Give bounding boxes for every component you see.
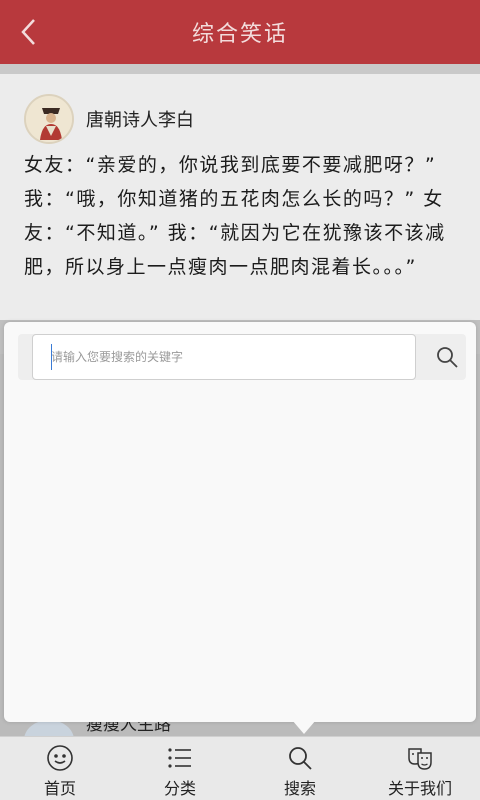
search-popup [4, 322, 476, 722]
popup-pointer [292, 720, 316, 734]
list-icon [168, 748, 191, 768]
tab-label: 首页 [43, 779, 76, 798]
tab-label: 关于我们 [387, 779, 452, 798]
search-button[interactable] [428, 334, 466, 380]
search-bar [18, 334, 466, 380]
tab-search[interactable]: 搜索 [240, 737, 360, 800]
page-title: 综合笑话 [191, 22, 288, 47]
tab-label: 搜索 [283, 779, 316, 798]
author-row[interactable]: 唐朝诗人李白 [24, 94, 194, 144]
search-icon [289, 747, 312, 770]
back-arrow-icon [21, 19, 35, 45]
tab-home[interactable]: 首页 [0, 737, 120, 800]
tab-label: 分类 [163, 779, 196, 798]
author-name[interactable]: 唐朝诗人李白 [86, 106, 194, 132]
smiley-face-icon [47, 745, 73, 771]
poet-portrait-icon [26, 96, 72, 142]
search-input[interactable] [32, 334, 416, 380]
tab-category[interactable]: 分类 [120, 737, 240, 800]
text-cursor [51, 344, 52, 370]
joke-card: 唐朝诗人李白 女友：“亲爱的，你说我到底要不要减肥呀？” 我：“哦，你知道猪的五… [0, 74, 480, 354]
back-button[interactable] [8, 12, 48, 52]
tab-about-us[interactable]: 关于我们 [360, 737, 480, 800]
avatar[interactable] [24, 94, 74, 144]
app-header: 综合笑话 [0, 0, 480, 64]
bottom-tab-bar: 首页 分类 搜索 关于我们 [0, 736, 480, 800]
joke-text: 女友：“亲爱的，你说我到底要不要减肥呀？” 我：“哦，你知道猪的五花肉怎么长的吗… [24, 154, 446, 278]
avatar [24, 720, 74, 736]
masks-icon [408, 748, 432, 770]
header-divider [0, 64, 480, 74]
search-icon [437, 347, 458, 368]
